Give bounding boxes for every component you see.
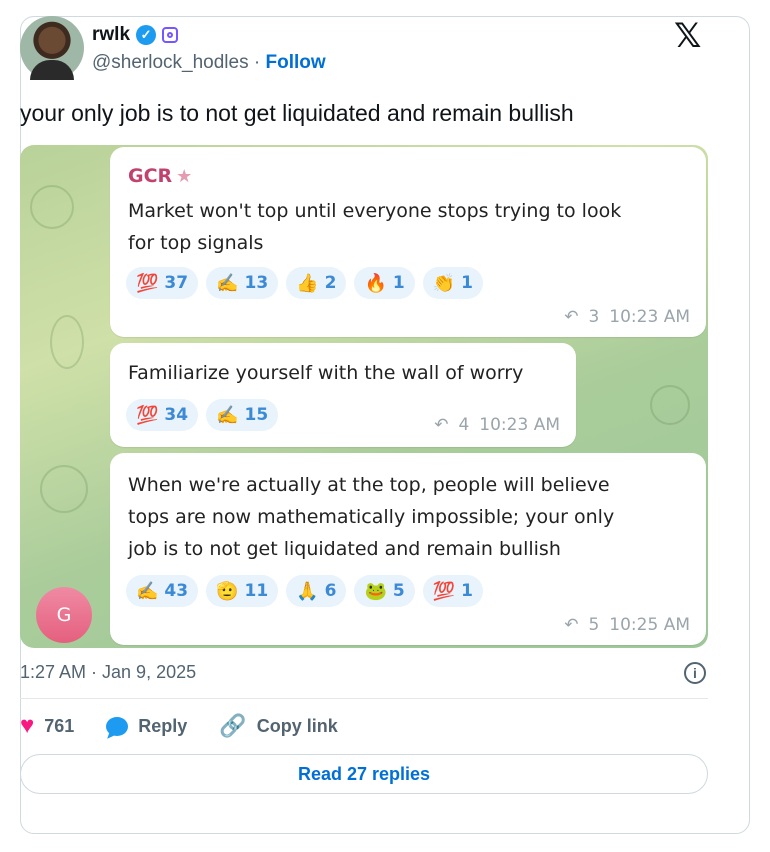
tweet-timestamp[interactable]: 1:27 AM · Jan 9, 2025 — [20, 662, 196, 683]
tweet-text: your only job is to not get liquidated a… — [20, 100, 574, 126]
link-icon: 🔗 — [219, 713, 247, 738]
forward-icon: ↶ — [564, 307, 579, 327]
chat-bubble: When we're actually at the top, people w… — [110, 453, 706, 645]
pray-icon: 🙏 — [296, 580, 319, 602]
reaction-salute[interactable]: 🫡 11 — [206, 575, 279, 607]
reply-button[interactable]: Reply — [106, 716, 187, 737]
salute-icon: 🫡 — [216, 580, 239, 602]
message-meta: ↶ 5 10:25 AM — [564, 615, 690, 635]
copy-link-button[interactable]: 🔗 Copy link — [219, 713, 337, 739]
heart-icon: ♥ — [20, 712, 35, 739]
forward-icon: ↶ — [434, 415, 449, 435]
hundred-icon: 💯 — [136, 272, 159, 294]
follow-button[interactable]: Follow — [265, 52, 325, 73]
reaction-writing[interactable]: ✍️ 43 — [126, 575, 199, 607]
message-meta: ↶ 3 10:23 AM — [564, 307, 690, 327]
reaction-hundred[interactable]: 💯 37 — [126, 267, 199, 299]
author-handle-row: @sherlock_hodles · Follow — [92, 52, 326, 74]
chat-message-text: Market won't top until everyone stops tr… — [128, 200, 622, 254]
author-handle[interactable]: @sherlock_hodles — [92, 52, 249, 73]
writing-hand-icon: ✍️ — [136, 580, 159, 602]
x-logo-icon[interactable]: 𝕏 — [674, 16, 701, 56]
reaction-hundred[interactable]: 💯 34 — [126, 399, 199, 431]
read-replies-button[interactable]: Read 27 replies — [20, 754, 708, 794]
author-name[interactable]: rwlk — [92, 24, 130, 46]
hundred-icon: 💯 — [432, 580, 456, 602]
verified-badge-icon: ✓ — [136, 25, 157, 45]
reaction-writing[interactable]: ✍️ 13 — [206, 267, 279, 299]
reply-bubble-icon — [106, 716, 129, 736]
reaction-row: ✍️ 43 🫡 11 🙏 6 🐸 5 💯 1 — [126, 575, 483, 607]
fire-icon: 🔥 — [364, 272, 387, 294]
reaction-pray[interactable]: 🙏 6 — [286, 575, 347, 607]
chat-bubble: GCR ★ Market won't top until everyone sto… — [110, 147, 706, 337]
reaction-row: 💯 34 ✍️ 15 — [126, 399, 279, 431]
divider — [20, 698, 708, 699]
hundred-icon: 💯 — [136, 404, 159, 426]
reaction-clap[interactable]: 👏 1 — [422, 267, 483, 299]
chat-message-text: When we're actually at the top, people w… — [128, 474, 615, 560]
group-avatar: G — [36, 587, 92, 643]
chat-message-text: Familiarize yourself with the wall of wo… — [128, 362, 524, 384]
reply-label: Reply — [138, 715, 188, 736]
copy-link-label: Copy link — [256, 715, 338, 736]
reaction-hundred[interactable]: 💯 1 — [422, 575, 483, 607]
reaction-row: 💯 37 ✍️ 13 👍 2 🔥 1 👏 1 — [126, 267, 483, 299]
chat-sender: GCR ★ — [128, 165, 193, 187]
reaction-fire[interactable]: 🔥 1 — [354, 267, 415, 299]
clap-icon: 👏 — [432, 272, 456, 294]
author-avatar[interactable] — [20, 16, 84, 80]
like-button[interactable]: ♥ 761 — [20, 712, 74, 740]
info-icon[interactable]: i — [684, 662, 706, 684]
affiliate-badge-icon — [162, 27, 179, 43]
like-count: 761 — [44, 715, 75, 736]
author-name-row: rwlk ✓ — [92, 24, 179, 46]
reaction-thumbs-up[interactable]: 👍 2 — [286, 267, 347, 299]
separator: · — [253, 52, 261, 73]
writing-hand-icon: ✍️ — [216, 272, 239, 294]
frog-icon: 🐸 — [364, 580, 387, 602]
thumbs-up-icon: 👍 — [296, 272, 319, 294]
reaction-writing[interactable]: ✍️ 15 — [206, 399, 279, 431]
writing-hand-icon: ✍️ — [216, 404, 239, 426]
reaction-frog[interactable]: 🐸 5 — [354, 575, 415, 607]
message-meta: ↶ 4 10:23 AM — [434, 415, 560, 435]
tweet-image[interactable]: GCR ★ Market won't top until everyone sto… — [20, 145, 708, 648]
chat-bubble: Familiarize yourself with the wall of wo… — [110, 343, 576, 447]
action-bar: ♥ 761 Reply 🔗 Copy link — [20, 712, 370, 740]
forward-icon: ↶ — [564, 615, 579, 635]
star-icon: ★ — [176, 166, 193, 187]
